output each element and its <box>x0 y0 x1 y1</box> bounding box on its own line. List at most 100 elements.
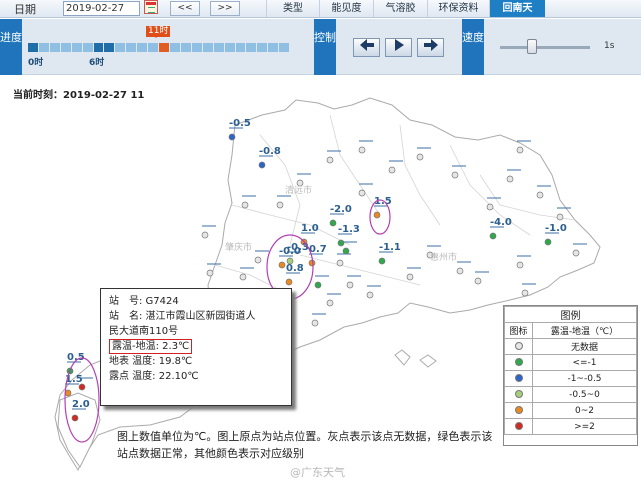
station-dot <box>71 414 79 422</box>
progress-cell[interactable] <box>93 43 105 52</box>
tick-label-0: 0时 <box>28 58 44 68</box>
progress-cell[interactable] <box>191 43 203 52</box>
station-marker[interactable] <box>506 169 521 183</box>
station-marker[interactable]: -1.0 <box>544 223 567 246</box>
station-marker[interactable]: 2.0 <box>71 399 90 422</box>
progress-cell[interactable] <box>38 43 50 52</box>
step-back-button[interactable] <box>353 38 380 57</box>
station-marker[interactable]: -1.1 <box>378 242 401 265</box>
station-marker[interactable] <box>314 275 329 289</box>
station-marker[interactable] <box>556 207 571 221</box>
station-marker[interactable]: -0.5 <box>228 118 251 141</box>
station-marker[interactable] <box>516 255 531 269</box>
progress-cell[interactable] <box>246 43 258 52</box>
progress-cell[interactable] <box>224 43 236 52</box>
progress-cell[interactable] <box>268 43 280 52</box>
station-marker[interactable] <box>456 261 471 275</box>
date-input[interactable]: 2019-02-27 <box>63 1 140 16</box>
station-dot <box>314 281 322 289</box>
prev-day-button[interactable]: << <box>170 1 200 16</box>
station-marker[interactable] <box>239 267 254 281</box>
station-marker[interactable] <box>336 253 351 267</box>
station-marker[interactable] <box>536 185 551 199</box>
play-icon <box>394 39 404 51</box>
progress-bar[interactable] <box>28 43 291 52</box>
station-marker[interactable] <box>358 140 373 154</box>
progress-cell[interactable] <box>137 43 149 52</box>
station-marker[interactable] <box>358 183 373 197</box>
play-button[interactable] <box>385 38 412 57</box>
station-marker[interactable] <box>241 195 256 209</box>
step-forward-button[interactable] <box>417 38 444 57</box>
station-dot <box>206 269 214 277</box>
station-marker[interactable] <box>406 267 421 281</box>
progress-cell[interactable] <box>115 43 127 52</box>
station-marker[interactable] <box>416 147 431 161</box>
city-label: 惠州市 <box>430 253 458 263</box>
station-value-label: -4.0 <box>490 217 512 228</box>
station-marker[interactable] <box>516 140 531 154</box>
speed-slider-knob[interactable] <box>527 39 537 54</box>
top-toolbar: 日期 2019-02-27 << >> 类型 能见度 气溶胶 环保资料 回南天 <box>0 0 641 18</box>
station-dot <box>366 291 374 299</box>
progress-cell[interactable] <box>49 43 61 52</box>
progress-cell[interactable] <box>104 43 116 52</box>
progress-cell[interactable] <box>235 43 247 52</box>
progress-cell[interactable] <box>82 43 94 52</box>
tab-env-data[interactable]: 环保资料 <box>427 0 489 17</box>
speed-slider-track[interactable] <box>500 46 590 49</box>
station-dot <box>276 201 284 209</box>
station-value-label: -1.3 <box>338 224 360 235</box>
station-marker[interactable]: -4.0 <box>489 217 512 240</box>
station-dot <box>358 189 366 197</box>
station-dot <box>241 201 249 209</box>
tab-return-south-wind[interactable]: 回南天 <box>489 0 545 17</box>
station-marker[interactable] <box>521 283 536 297</box>
station-marker[interactable] <box>474 271 489 285</box>
progress-cell[interactable] <box>159 43 170 52</box>
station-marker[interactable] <box>276 195 291 209</box>
progress-cell[interactable] <box>213 43 225 52</box>
next-day-button[interactable]: >> <box>210 1 240 16</box>
station-marker[interactable] <box>366 285 381 299</box>
station-dot <box>326 156 334 164</box>
calendar-icon[interactable] <box>144 0 158 14</box>
station-marker[interactable] <box>346 275 361 289</box>
station-marker[interactable] <box>326 293 341 307</box>
station-marker[interactable]: 0.8 <box>285 263 304 286</box>
progress-cell[interactable] <box>279 43 291 52</box>
watermark: @广东天气 <box>290 466 345 479</box>
station-dot <box>228 133 236 141</box>
progress-cell[interactable] <box>257 43 269 52</box>
station-marker[interactable] <box>388 160 403 174</box>
station-marker[interactable] <box>572 243 587 257</box>
station-marker[interactable] <box>486 197 501 211</box>
tab-type[interactable]: 类型 <box>266 0 319 17</box>
progress-cell[interactable] <box>60 43 72 52</box>
progress-cell[interactable] <box>180 43 192 52</box>
progress-cell[interactable] <box>28 43 39 52</box>
station-marker[interactable] <box>201 225 216 239</box>
tab-aerosol[interactable]: 气溶胶 <box>373 0 427 17</box>
station-marker[interactable]: -1.3 <box>337 224 360 247</box>
station-value-label: 1.0 <box>301 223 319 234</box>
progress-cell[interactable] <box>148 43 160 52</box>
station-value-label: -2.0 <box>330 204 352 215</box>
station-marker[interactable] <box>311 313 326 327</box>
station-dot <box>456 267 464 275</box>
tick-label-6: 6时 <box>89 58 105 68</box>
popup-surface-temp: 地表 温度: 19.8℃ <box>109 356 193 367</box>
station-marker[interactable]: -0.8 <box>258 146 281 169</box>
station-marker[interactable]: -2.0 <box>329 204 352 227</box>
station-marker[interactable]: 1.5 <box>373 196 392 219</box>
progress-cell[interactable] <box>126 43 138 52</box>
progress-cell[interactable] <box>169 43 181 52</box>
station-marker[interactable] <box>326 150 341 164</box>
progress-cell[interactable] <box>71 43 83 52</box>
station-marker[interactable] <box>206 263 221 277</box>
tab-visibility[interactable]: 能见度 <box>319 0 373 17</box>
progress-cell[interactable] <box>202 43 214 52</box>
station-marker[interactable] <box>342 241 357 255</box>
legend-dot-icon <box>514 374 523 382</box>
station-marker[interactable] <box>451 165 466 179</box>
